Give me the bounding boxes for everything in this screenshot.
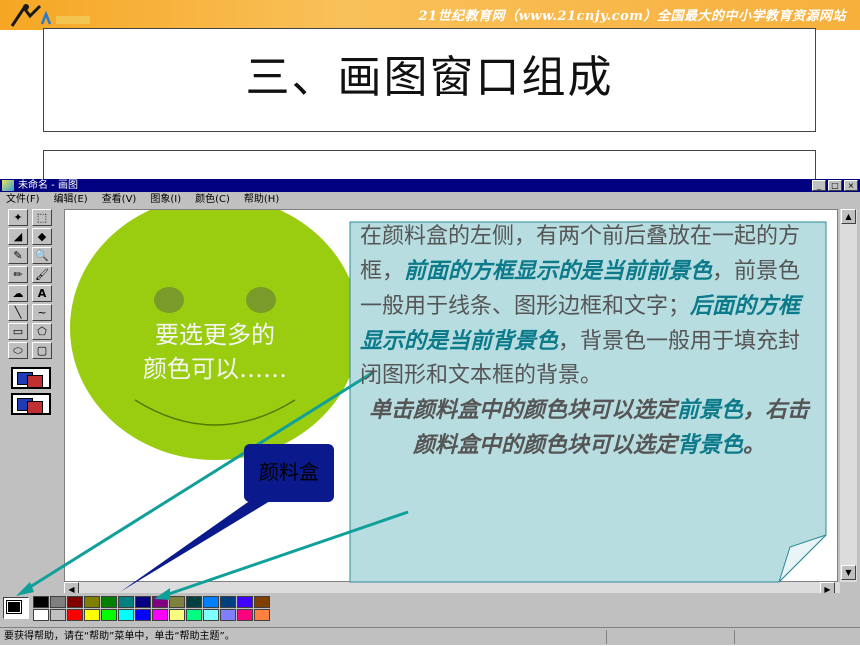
menu-edit[interactable]: 编辑(E) — [54, 192, 88, 207]
status-text: 要获得帮助，请在“帮助”菜单中，单击“帮助主题”。 — [4, 631, 235, 642]
face-hint: 要选更多的 颜色可以…… — [143, 321, 287, 383]
explanation-callout: 在颜料盒的左侧，有两个前后叠放在一起的方框，前面的方框显示的是当前前景色，前景色… — [350, 220, 826, 580]
vertical-scrollbar[interactable]: ▲ ▼ — [840, 209, 857, 582]
close-button[interactable]: × — [844, 180, 858, 191]
fill-tool[interactable]: ◆ — [32, 228, 52, 245]
color-swatch[interactable] — [169, 596, 185, 608]
brush-tool[interactable]: 🖌 — [32, 266, 52, 283]
color-swatch[interactable] — [186, 609, 202, 621]
color-swatch[interactable] — [101, 609, 117, 621]
color-swatch[interactable] — [135, 596, 151, 608]
rounded-rect-tool[interactable]: ▢ — [32, 342, 52, 359]
color-swatch[interactable] — [203, 609, 219, 621]
color-swatch[interactable] — [203, 596, 219, 608]
site-logo-icon — [10, 4, 90, 27]
slide-title: 三、画图窗口组成 — [245, 52, 614, 103]
rect-select-tool[interactable]: ⬚ — [32, 209, 52, 226]
polygon-tool[interactable]: ⬠ — [32, 323, 52, 340]
eraser-tool[interactable]: ◢ — [8, 228, 28, 245]
palette-label-box: 颜料盒 — [244, 444, 334, 502]
color-swatch[interactable] — [67, 596, 83, 608]
palette-label: 颜料盒 — [259, 460, 319, 484]
site-slogan: 21世纪教育网（www.21cnjy.com）全国最大的中小学教育资源网站 — [418, 9, 846, 24]
color-swatch[interactable] — [33, 596, 49, 608]
color-swatch[interactable] — [118, 596, 134, 608]
site-banner: 21世纪教育网（www.21cnjy.com）全国最大的中小学教育资源网站 — [0, 0, 860, 30]
minimize-button[interactable]: _ — [812, 180, 826, 191]
color-swatch[interactable] — [50, 596, 66, 608]
current-colors[interactable] — [3, 597, 29, 619]
menu-image[interactable]: 图象(I) — [150, 192, 181, 207]
ellipse-tool[interactable]: ⬭ — [8, 342, 28, 359]
callout-para-2: 单击颜料盒中的颜色块可以选定前景色，右击颜料盒中的颜色块可以选定背景色。 — [368, 397, 810, 458]
color-swatch[interactable] — [67, 609, 83, 621]
magnifier-tool[interactable]: 🔍 — [32, 247, 52, 264]
color-swatches — [33, 596, 270, 621]
color-swatch[interactable] — [254, 609, 270, 621]
menu-colors[interactable]: 颜色(C) — [195, 192, 230, 207]
scroll-down-icon[interactable]: ▼ — [841, 565, 856, 580]
line-tool[interactable]: ╲ — [8, 304, 28, 321]
color-swatch[interactable] — [101, 596, 117, 608]
curve-tool[interactable]: ~ — [32, 304, 52, 321]
window-titlebar: 未命名 - 画图 _ □ × — [0, 179, 860, 192]
pencil-tool[interactable]: ✏ — [8, 266, 28, 283]
rectangle-tool[interactable]: ▭ — [8, 323, 28, 340]
status-bar: 要获得帮助，请在“帮助”菜单中，单击“帮助主题”。 — [0, 627, 860, 645]
pick-color-tool[interactable]: ✎ — [8, 247, 28, 264]
maximize-button[interactable]: □ — [828, 180, 842, 191]
color-swatch[interactable] — [254, 596, 270, 608]
color-swatch[interactable] — [152, 596, 168, 608]
color-swatch[interactable] — [237, 596, 253, 608]
tool-option-1[interactable] — [11, 367, 51, 389]
color-swatch[interactable] — [50, 609, 66, 621]
menu-bar: 文件(F) 编辑(E) 查看(V) 图象(I) 颜色(C) 帮助(H) — [0, 192, 860, 207]
menu-view[interactable]: 查看(V) — [102, 192, 137, 207]
menu-help[interactable]: 帮助(H) — [244, 192, 279, 207]
text-tool[interactable]: A — [32, 285, 52, 302]
color-box — [0, 593, 860, 623]
free-select-tool[interactable]: ✦ — [8, 209, 28, 226]
menu-file[interactable]: 文件(F) — [6, 192, 40, 207]
color-swatch[interactable] — [84, 609, 100, 621]
window-title: 未命名 - 画图 — [18, 180, 78, 191]
color-swatch[interactable] — [237, 609, 253, 621]
tool-option-2[interactable] — [11, 393, 51, 415]
slide-title-box: 三、画图窗口组成 — [43, 28, 816, 132]
color-swatch[interactable] — [33, 609, 49, 621]
color-swatch[interactable] — [186, 596, 202, 608]
callout-body: 在颜料盒的左侧，有两个前后叠放在一起的方框，前面的方框显示的是当前前景色，前景色… — [360, 220, 818, 463]
color-swatch[interactable] — [169, 609, 185, 621]
toolbox: ✦ ⬚ ◢ ◆ ✎ 🔍 ✏ 🖌 ☁ A ╲ ~ ▭ ⬠ ⬭ ▢ — [4, 209, 58, 589]
color-swatch[interactable] — [118, 609, 134, 621]
color-swatch[interactable] — [152, 609, 168, 621]
color-swatch[interactable] — [84, 596, 100, 608]
scroll-up-icon[interactable]: ▲ — [841, 209, 856, 224]
paint-app-icon — [2, 180, 14, 191]
color-swatch[interactable] — [220, 609, 236, 621]
color-swatch[interactable] — [135, 609, 151, 621]
color-swatch[interactable] — [220, 596, 236, 608]
airbrush-tool[interactable]: ☁ — [8, 285, 28, 302]
